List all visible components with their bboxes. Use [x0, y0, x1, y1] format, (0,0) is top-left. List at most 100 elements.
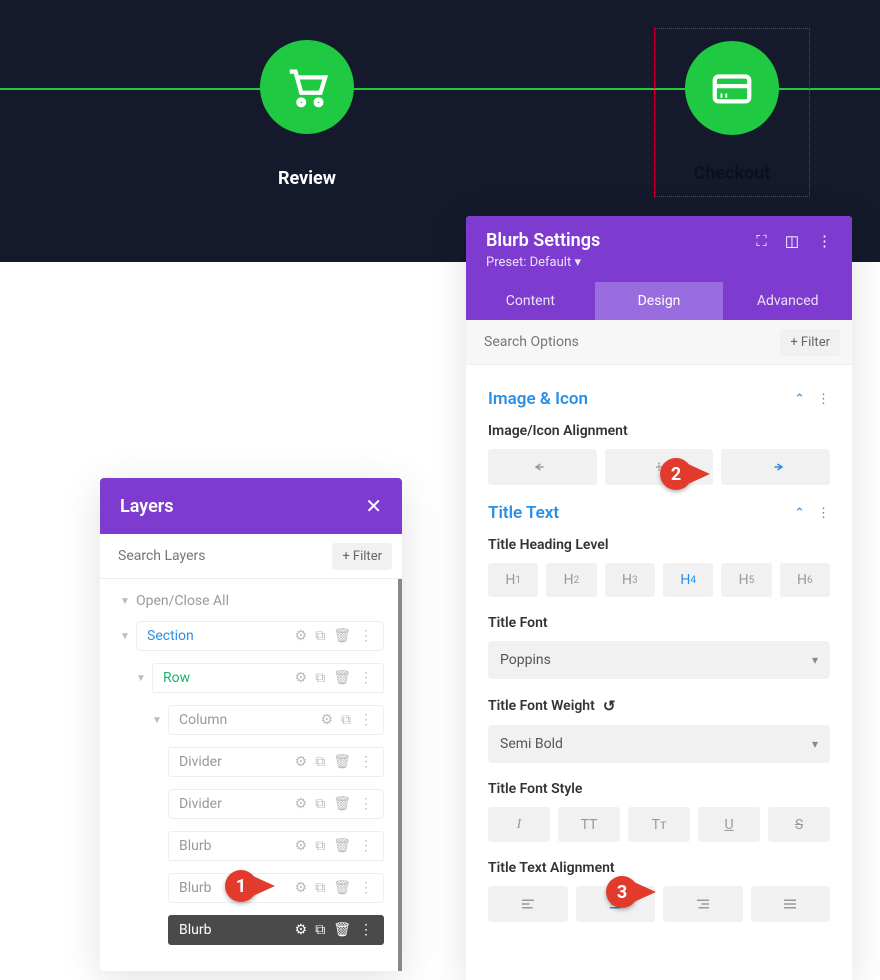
trash-icon[interactable]: 🗑 [333, 796, 351, 812]
heading-level-label: Title Heading Level [488, 537, 830, 553]
tab-content[interactable]: Content [466, 282, 595, 320]
tree-column[interactable]: ▼ Column ⚙⧉⋮ [112, 699, 386, 741]
tree-section[interactable]: ▼ Section ⚙⧉🗑⋮ [112, 615, 386, 657]
gear-icon[interactable]: ⚙ [295, 754, 308, 770]
font-select[interactable]: Poppins▾ [488, 641, 830, 679]
callout-3: 3 [606, 876, 656, 908]
weight-select[interactable]: Semi Bold▾ [488, 725, 830, 763]
weight-label: Title Font Weight↺ [488, 697, 830, 715]
layers-filter-button[interactable]: + Filter [332, 543, 392, 570]
card-icon [685, 41, 779, 135]
select-caret-icon: ▾ [812, 653, 818, 667]
h4-button[interactable]: H4 [663, 563, 713, 597]
more-icon[interactable]: ⋮ [817, 392, 830, 407]
gear-icon[interactable]: ⚙ [295, 796, 308, 812]
reset-icon[interactable]: ↺ [603, 697, 616, 715]
close-icon[interactable]: ✕ [365, 494, 382, 518]
more-icon[interactable]: ⋮ [359, 838, 373, 854]
smallcaps-button[interactable]: Tᴛ [628, 807, 690, 842]
layers-title: Layers [120, 496, 174, 517]
more-icon[interactable]: ⋮ [359, 628, 373, 644]
duplicate-icon[interactable]: ⧉ [315, 838, 325, 854]
more-icon[interactable]: ⋮ [359, 712, 373, 728]
trash-icon[interactable]: 🗑 [333, 628, 351, 644]
align-right-button[interactable] [721, 449, 830, 485]
settings-title: Blurb Settings [486, 230, 600, 251]
more-icon[interactable]: ⋮ [817, 232, 832, 250]
h2-button[interactable]: H2 [546, 563, 596, 597]
settings-search-input[interactable] [478, 328, 780, 356]
columns-icon[interactable]: ◫ [785, 232, 799, 250]
more-icon[interactable]: ⋮ [359, 796, 373, 812]
img-align-row [488, 449, 830, 485]
duplicate-icon[interactable]: ⧉ [315, 796, 325, 812]
align-left-button[interactable] [488, 449, 597, 485]
tree-row-item[interactable]: ▼ Row ⚙⧉🗑⋮ [112, 657, 386, 699]
caret-down-icon: ▼ [136, 673, 146, 684]
tree-divider[interactable]: Divider ⚙⧉🗑⋮ [112, 741, 386, 783]
settings-filter-button[interactable]: + Filter [780, 329, 840, 356]
heading-level-row: H1 H2 H3 H4 H5 H6 [488, 563, 830, 597]
gear-icon[interactable]: ⚙ [320, 712, 333, 728]
text-align-justify-button[interactable] [751, 886, 831, 922]
section-image-icon[interactable]: Image & Icon ⌃⋮ [488, 389, 830, 409]
h5-button[interactable]: H5 [721, 563, 771, 597]
duplicate-icon[interactable]: ⧉ [341, 712, 351, 728]
more-icon[interactable]: ⋮ [817, 506, 830, 521]
uppercase-button[interactable]: TT [558, 807, 620, 842]
underline-button[interactable]: U [698, 807, 760, 842]
italic-button[interactable]: I [488, 807, 550, 842]
step-review: Review [260, 40, 354, 189]
section-title-text[interactable]: Title Text ⌃⋮ [488, 503, 830, 523]
layers-search-row: + Filter [100, 534, 402, 579]
chevron-up-icon[interactable]: ⌃ [794, 392, 805, 407]
gear-icon[interactable]: ⚙ [295, 628, 308, 644]
text-align-left-button[interactable] [488, 886, 568, 922]
duplicate-icon[interactable]: ⧉ [315, 628, 325, 644]
gear-icon[interactable]: ⚙ [295, 838, 308, 854]
tab-design[interactable]: Design [595, 282, 724, 320]
cart-icon [260, 40, 354, 134]
duplicate-icon[interactable]: ⧉ [315, 754, 325, 770]
step-checkout: Checkout [654, 28, 810, 197]
more-icon[interactable]: ⋮ [359, 754, 373, 770]
trash-icon[interactable]: 🗑 [333, 838, 351, 854]
trash-icon[interactable]: 🗑 [333, 880, 351, 896]
trash-icon[interactable]: 🗑 [333, 754, 351, 770]
more-icon[interactable]: ⋮ [359, 670, 373, 686]
trash-icon[interactable]: 🗑 [333, 922, 351, 938]
duplicate-icon[interactable]: ⧉ [315, 922, 325, 938]
gear-icon[interactable]: ⚙ [295, 670, 308, 686]
preset-selector[interactable]: Preset: Default ▾ [486, 255, 832, 270]
text-align-right-button[interactable] [663, 886, 743, 922]
gear-icon[interactable]: ⚙ [295, 922, 308, 938]
settings-tabs: Content Design Advanced [466, 282, 852, 320]
layers-tree: ▼ Open/Close All ▼ Section ⚙⧉🗑⋮ ▼ Row ⚙⧉… [100, 579, 402, 971]
h1-button[interactable]: H1 [488, 563, 538, 597]
layers-header: Layers ✕ [100, 478, 402, 534]
layers-search-input[interactable] [110, 542, 332, 570]
style-label: Title Font Style [488, 781, 830, 797]
more-icon[interactable]: ⋮ [359, 922, 373, 938]
tree-blurb[interactable]: Blurb ⚙⧉🗑⋮ [112, 825, 386, 867]
select-caret-icon: ▾ [812, 737, 818, 751]
caret-down-icon: ▼ [120, 596, 130, 607]
chevron-up-icon[interactable]: ⌃ [794, 506, 805, 521]
duplicate-icon[interactable]: ⧉ [315, 880, 325, 896]
gear-icon[interactable]: ⚙ [295, 880, 308, 896]
step-checkout-label: Checkout [685, 163, 779, 184]
duplicate-icon[interactable]: ⧉ [315, 670, 325, 686]
strikethrough-button[interactable]: S [768, 807, 830, 842]
settings-body: Image & Icon ⌃⋮ Image/Icon Alignment Tit… [466, 365, 852, 980]
caret-down-icon: ▼ [152, 715, 162, 726]
expand-icon[interactable]: ⛶ [756, 232, 767, 250]
trash-icon[interactable]: 🗑 [333, 670, 351, 686]
h6-button[interactable]: H6 [780, 563, 830, 597]
tab-advanced[interactable]: Advanced [723, 282, 852, 320]
more-icon[interactable]: ⋮ [359, 880, 373, 896]
tree-divider[interactable]: Divider ⚙⧉🗑⋮ [112, 783, 386, 825]
h3-button[interactable]: H3 [605, 563, 655, 597]
tree-open-close[interactable]: ▼ Open/Close All [112, 587, 386, 615]
tree-blurb-active[interactable]: Blurb ⚙⧉🗑⋮ [112, 909, 386, 951]
callout-1: 1 [225, 870, 275, 902]
